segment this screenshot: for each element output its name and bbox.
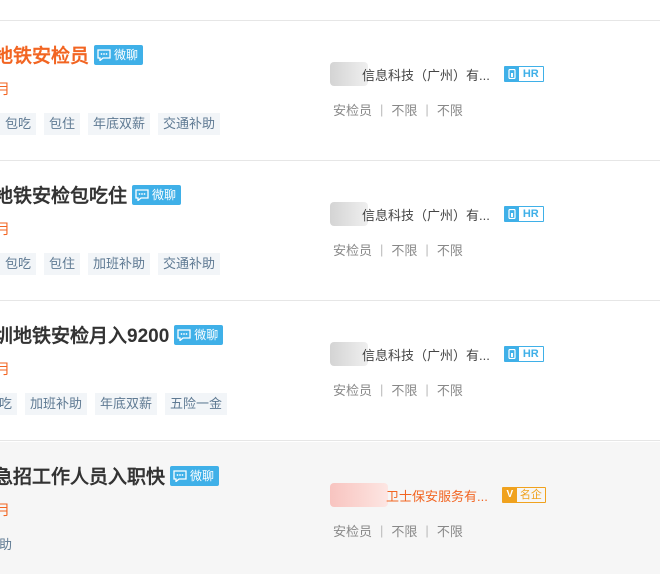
job-title[interactable]: 急招工作人员入职快 微聊: [0, 462, 220, 489]
hr-badge: HR: [503, 66, 544, 82]
benefit-tag: 加班补助: [88, 253, 151, 275]
benefit-tag: 年底双薪: [88, 113, 151, 135]
chat-icon: [173, 469, 187, 482]
benefit-tag: 交通补助: [158, 113, 221, 135]
salary: 月: [0, 361, 10, 377]
salary: 月: [0, 221, 10, 237]
job-requirements: 安检员 | 不限 | 不限: [333, 242, 463, 258]
hr-icon: [504, 67, 519, 81]
wechat-chat-button[interactable]: 微聊: [170, 465, 220, 486]
benefit-tag: 加班补助: [25, 393, 88, 415]
company-info[interactable]: 信息科技（广州）有... HR: [330, 62, 544, 86]
job-requirements: 安检员 | 不限 | 不限: [333, 102, 463, 118]
benefit-tag: 吃: [0, 393, 18, 415]
job-requirements: 安检员 | 不限 | 不限: [333, 382, 463, 398]
job-title[interactable]: 地铁安检包吃住 微聊: [0, 181, 182, 208]
benefit-tag: 包住: [44, 113, 81, 135]
job-requirements: 安检员 | 不限 | 不限: [333, 523, 463, 539]
salary: 月: [0, 502, 10, 518]
salary: 月: [0, 81, 10, 97]
job-title[interactable]: 圳地铁安检月入9200 微聊: [0, 321, 224, 348]
redacted-logo: [330, 483, 388, 507]
wechat-chat-button[interactable]: 微聊: [174, 324, 224, 345]
company-name[interactable]: 信息科技（广州）有...: [362, 345, 490, 364]
v-icon: V: [502, 488, 517, 502]
hr-icon: [504, 347, 519, 361]
job-card[interactable]: 圳地铁安检月入9200 微聊 月 吃 加班补助 年底双薪 五险一金 信息科技（广…: [0, 301, 660, 441]
wechat-chat-button[interactable]: 微聊: [94, 44, 144, 65]
benefit-tags: 包吃 包住 加班补助 交通补助: [0, 253, 228, 275]
benefit-tag: 包吃: [0, 113, 37, 135]
company-name[interactable]: 信息科技（广州）有...: [362, 205, 490, 224]
company-info[interactable]: 卫士保安服务有... V 名企: [330, 483, 546, 507]
benefit-tag: 交通补助: [158, 253, 221, 275]
hr-icon: [504, 207, 519, 221]
benefit-tags: 吃 加班补助 年底双薪 五险一金: [0, 393, 235, 415]
benefit-tags: 包吃 包住 年底双薪 交通补助: [0, 113, 228, 135]
benefit-tag: 包吃: [0, 253, 37, 275]
benefit-tag: 助: [0, 537, 13, 552]
job-card[interactable]: 地铁安检员 微聊 月 包吃 包住 年底双薪 交通补助 信息科技（广州）有... …: [0, 21, 660, 161]
wechat-chat-button[interactable]: 微聊: [132, 184, 182, 205]
company-info[interactable]: 信息科技（广州）有... HR: [330, 342, 544, 366]
job-card[interactable]: 急招工作人员入职快 微聊 月 助 卫士保安服务有... V 名企 安检员 | 不限…: [0, 442, 660, 574]
chat-icon: [135, 188, 149, 201]
benefit-tag: 年底双薪: [95, 393, 158, 415]
job-card[interactable]: 地铁安检包吃住 微聊 月 包吃 包住 加班补助 交通补助 信息科技（广州）有..…: [0, 161, 660, 301]
company-name[interactable]: 信息科技（广州）有...: [362, 65, 490, 84]
benefit-tag: 五险一金: [165, 393, 228, 415]
job-title[interactable]: 地铁安检员 微聊: [0, 41, 144, 68]
hr-badge: HR: [503, 346, 544, 362]
hr-badge: HR: [503, 206, 544, 222]
chat-icon: [177, 328, 191, 341]
benefit-tag: 包住: [44, 253, 81, 275]
famous-company-badge: V 名企: [501, 487, 546, 503]
benefit-tags: 助: [0, 534, 25, 556]
chat-icon: [97, 48, 111, 61]
company-info[interactable]: 信息科技（广州）有... HR: [330, 202, 544, 226]
company-name[interactable]: 卫士保安服务有...: [386, 486, 488, 505]
